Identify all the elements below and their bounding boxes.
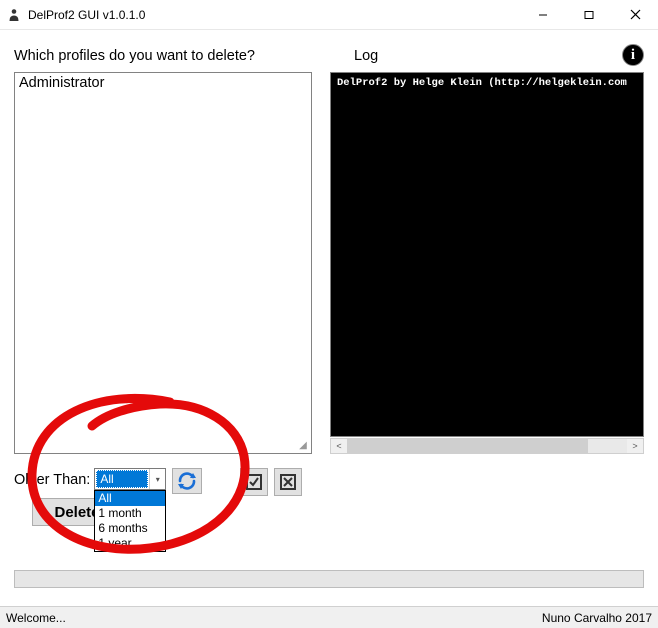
info-icon: i [631,47,635,64]
progress-bar [14,570,644,588]
status-bar: Welcome... Nuno Carvalho 2017 [0,606,658,628]
older-than-dropdown[interactable]: All 1 month 6 months 1 year [94,490,166,552]
titlebar: DelProf2 GUI v1.0.1.0 [0,0,658,30]
older-than-selected: All [96,470,148,488]
older-than-label: Older Than: [14,472,90,488]
scroll-right-icon[interactable]: > [627,439,643,453]
checkbox-x-icon [279,473,297,491]
resize-grip-icon: ◢ [296,438,310,452]
log-h-scrollbar[interactable]: < > [330,438,644,454]
older-than-option[interactable]: 1 year [95,536,165,551]
log-output[interactable]: DelProf2 by Helge Klein (http://helgekle… [330,72,644,437]
deselect-all-button[interactable] [274,468,302,496]
close-button[interactable] [612,0,658,30]
older-than-combobox[interactable]: All ▾ [94,468,166,490]
chevron-down-icon: ▾ [149,469,165,489]
status-text: Welcome... [6,611,66,625]
profiles-question-label: Which profiles do you want to delete? [14,48,354,66]
app-icon [6,7,22,23]
older-than-option[interactable]: All [95,491,165,506]
window-title: DelProf2 GUI v1.0.1.0 [28,8,145,22]
minimize-button[interactable] [520,0,566,30]
refresh-icon [176,471,198,491]
maximize-button[interactable] [566,0,612,30]
checkbox-checked-icon [245,473,263,491]
log-line: DelProf2 by Helge Klein (http://helgekle… [337,77,627,89]
delete-button-label: Delete [54,504,99,521]
older-than-option[interactable]: 6 months [95,521,165,536]
profile-item[interactable]: Administrator [19,75,307,91]
profiles-listbox[interactable]: Administrator ◢ [14,72,312,454]
window-controls [520,0,658,30]
log-label: Log [354,48,378,66]
refresh-button[interactable] [172,468,202,494]
scroll-thumb[interactable] [347,439,588,453]
scroll-track[interactable] [347,439,627,453]
older-than-option[interactable]: 1 month [95,506,165,521]
info-button[interactable]: i [622,44,644,66]
select-all-button[interactable] [240,468,268,496]
status-credit: Nuno Carvalho 2017 [542,611,652,625]
scroll-left-icon[interactable]: < [331,439,347,453]
